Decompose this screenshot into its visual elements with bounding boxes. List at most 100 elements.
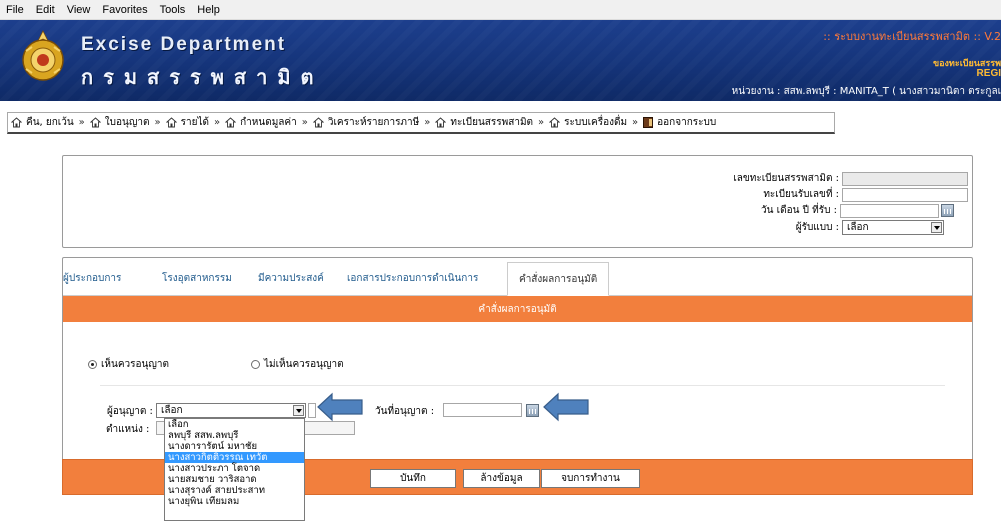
nav-item-income[interactable]: รายได้ <box>165 115 209 130</box>
dropdown-option[interactable]: นางยุพิน เทียมลม <box>165 496 304 507</box>
finish-button[interactable]: จบการทำงาน <box>541 469 640 488</box>
divider <box>100 385 945 386</box>
brand-english: Excise Department <box>81 34 287 55</box>
approver-label: ผู้อนุญาต : <box>107 406 153 417</box>
region-label: REGI <box>976 68 1001 79</box>
annotation-arrow-left-icon <box>543 392 589 422</box>
menu-help[interactable]: Help <box>197 4 220 16</box>
calendar-icon[interactable] <box>941 204 954 217</box>
tab-documents[interactable]: เอกสารประกอบการดำเนินการ <box>347 271 478 286</box>
section-title-bar: คำสั่งผลการอนุมัติ <box>63 296 972 322</box>
nav-item-refund[interactable]: คืน, ยกเว้น <box>11 115 74 130</box>
nav-label: กำหนดมูลค่า <box>240 117 297 128</box>
home-icon <box>165 117 177 128</box>
nav-separator: » <box>78 117 85 128</box>
dropdown-option[interactable]: เลือก <box>165 419 304 430</box>
tab-approval-result[interactable]: คำสั่งผลการอนุมัติ <box>507 262 610 296</box>
home-icon <box>225 117 237 128</box>
radio-reject[interactable]: ไม่เห็นควรอนุญาต <box>251 357 344 372</box>
home-icon <box>89 117 101 128</box>
nav-label: ระบบเครื่องดื่ม <box>564 117 628 128</box>
receipt-no-label: ทะเบียนรับเลขที่ : <box>763 189 839 200</box>
menu-view[interactable]: View <box>67 4 91 16</box>
home-icon <box>435 117 447 128</box>
nav-label: คืน, ยกเว้น <box>26 117 74 128</box>
save-button[interactable]: บันทึก <box>370 469 456 488</box>
receipt-no-row: ทะเบียนรับเลขที่ : <box>763 187 968 202</box>
reg-no-label: เลขทะเบียนสรรพสามิต : <box>733 173 839 184</box>
menu-file[interactable]: File <box>6 4 24 16</box>
radio-approve[interactable]: เห็นควรอนุญาต <box>88 357 169 372</box>
tab-factory[interactable]: โรงอุตสาหกรรม <box>162 271 232 286</box>
dropdown-option-highlighted[interactable]: นางสาวกิตติวรรณ เทวัต <box>165 452 304 463</box>
nav-label: ใบอนุญาต <box>104 117 150 128</box>
dropdown-option[interactable]: นางสุรางค์ สายประสาท <box>165 485 304 496</box>
excise-seal-icon <box>22 30 64 81</box>
annotation-arrow-left-icon <box>317 392 363 422</box>
brand-thai: กรมสรรพสามิต <box>81 65 324 89</box>
nav-separator: » <box>424 117 431 128</box>
menu-edit[interactable]: Edit <box>36 4 55 16</box>
approver-dropdown-list[interactable]: เลือก ลพบุรี สสพ.ลพบุรี นางดารารัตน์ มหา… <box>164 418 305 521</box>
radio-reject-button[interactable] <box>251 360 260 369</box>
registration-header-form: เลขทะเบียนสรรพสามิต : ทะเบียนรับเลขที่ :… <box>62 155 973 248</box>
nav-item-beverage[interactable]: ระบบเครื่องดื่ม <box>549 115 627 130</box>
nav-label: ออกจากระบบ <box>657 117 717 128</box>
nav-separator: » <box>154 117 161 128</box>
receiver-row: ผู้รับแบบ : เลือก <box>796 220 944 235</box>
nav-item-logout[interactable]: ออกจากระบบ <box>643 115 716 130</box>
clear-button[interactable]: ล้างข้อมูล <box>463 469 540 488</box>
home-icon <box>549 117 561 128</box>
receiver-select[interactable]: เลือก <box>842 220 944 235</box>
receipt-no-field[interactable] <box>842 187 968 202</box>
nav-label: ทะเบียนสรรพสามิต <box>450 117 534 128</box>
nav-item-tax-analysis[interactable]: วิเคราะห์รายการภาษี <box>312 115 420 130</box>
approver-select-value: เลือก <box>161 405 183 416</box>
receive-date-row: วัน เดือน ปี ที่รับ : <box>761 203 954 218</box>
nav-label: รายได้ <box>180 117 209 128</box>
chevron-down-icon <box>931 222 942 233</box>
nav-separator: » <box>301 117 308 128</box>
menu-favorites[interactable]: Favorites <box>102 4 147 16</box>
approval-date-field[interactable] <box>443 403 522 417</box>
receive-date-label: วัน เดือน ปี ที่รับ : <box>761 205 837 216</box>
reg-no-row: เลขทะเบียนสรรพสามิต : <box>733 171 968 186</box>
approval-date-label: วันที่อนุญาต : <box>375 406 435 417</box>
app-header: Excise Department กรมสรรพสามิต :: ระบบงา… <box>0 20 1001 101</box>
nav-item-registration[interactable]: ทะเบียนสรรพสามิต <box>435 115 533 130</box>
breadcrumb-nav: คืน, ยกเว้น » ใบอนุญาต » รายได้ » กำหนดม… <box>7 112 835 134</box>
home-icon <box>11 117 22 128</box>
tab-operator[interactable]: ผู้ประกอบการ <box>63 271 121 286</box>
dropdown-option[interactable]: นายสมชาย วาริสอาด <box>165 474 304 485</box>
menu-tools[interactable]: Tools <box>160 4 186 16</box>
receive-date-field[interactable] <box>840 203 939 218</box>
dropdown-option[interactable]: นางสาวประภา โตจาด <box>165 463 304 474</box>
radio-reject-label: ไม่เห็นควรอนุญาต <box>264 359 344 370</box>
section-title: คำสั่งผลการอนุมัติ <box>478 303 557 315</box>
dropdown-option[interactable]: นางดารารัตน์ มหาชัย <box>165 441 304 452</box>
nav-separator: » <box>538 117 545 128</box>
radio-approve-label: เห็นควรอนุญาต <box>101 359 169 370</box>
approver-extra-field <box>308 403 316 418</box>
approver-select[interactable]: เลือก <box>156 403 306 418</box>
receiver-select-value: เลือก <box>847 222 869 233</box>
menu-bar: File Edit View Favorites Tools Help <box>0 0 1001 20</box>
nav-area: คืน, ยกเว้น » ใบอนุญาต » รายได้ » กำหนดม… <box>0 101 1001 137</box>
reg-no-field[interactable] <box>842 171 968 186</box>
user-info: หน่วยงาน : สสพ.ลพบุรี : MANITA_T ( นางสา… <box>731 86 1001 97</box>
calendar-icon[interactable] <box>526 404 539 417</box>
nav-label: วิเคราะห์รายการภาษี <box>327 117 420 128</box>
nav-item-license[interactable]: ใบอนุญาต <box>89 115 150 130</box>
tab-strip: ผู้ประกอบการ โรงอุตสาหกรรม มีความประสงค์… <box>63 258 972 296</box>
nav-separator: » <box>632 117 639 128</box>
home-icon <box>312 117 324 128</box>
radio-approve-button[interactable] <box>88 360 97 369</box>
dropdown-option[interactable]: ลพบุรี สสพ.ลพบุรี <box>165 430 304 441</box>
tab-purpose[interactable]: มีความประสงค์ <box>258 271 324 286</box>
nav-item-valuation[interactable]: กำหนดมูลค่า <box>225 115 297 130</box>
exit-door-icon <box>643 117 654 128</box>
position-label: ตำแหน่ง : <box>106 424 150 435</box>
receiver-label: ผู้รับแบบ : <box>795 222 839 233</box>
system-title: :: ระบบงานทะเบียนสรรพสามิต :: V.2 <box>823 30 1001 43</box>
chevron-down-icon <box>293 405 304 416</box>
